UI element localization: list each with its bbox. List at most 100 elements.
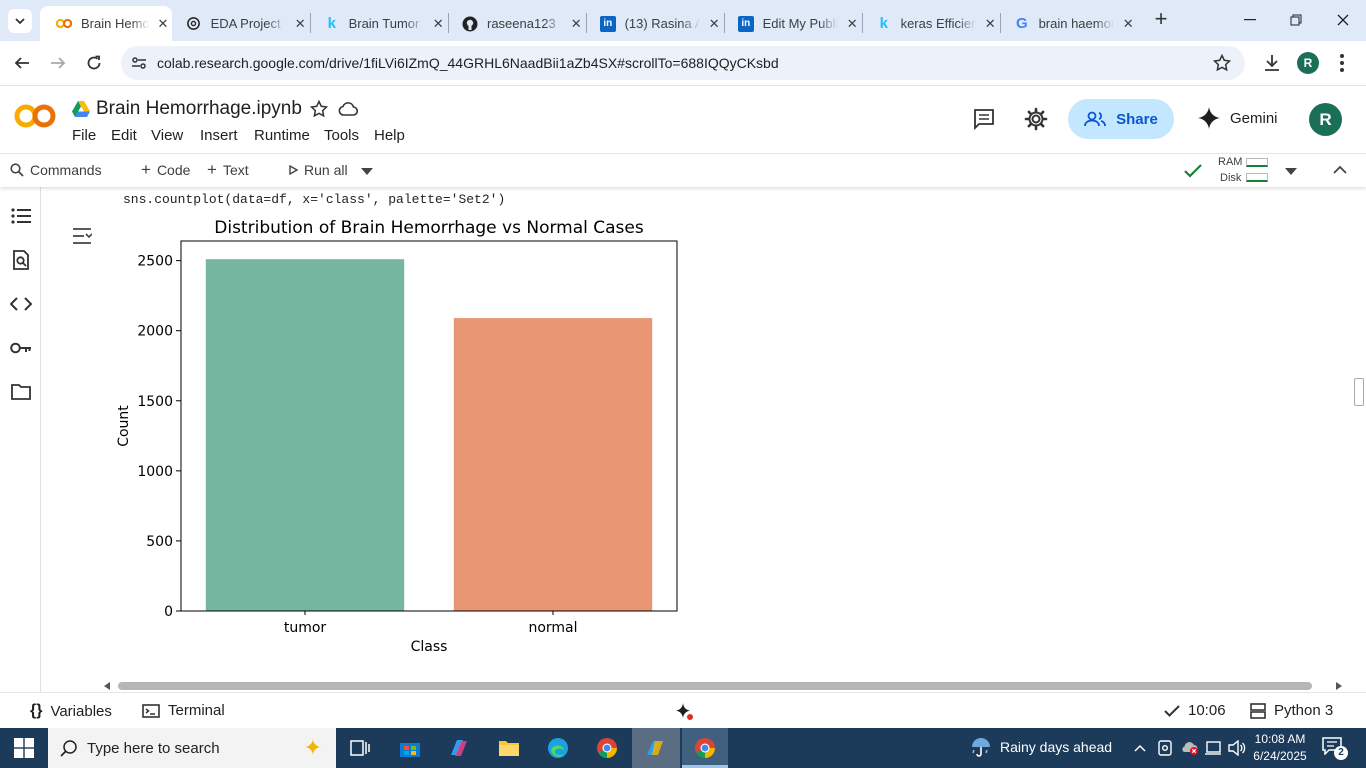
add-text-button[interactable]: + Text [207, 161, 249, 178]
terminal-icon [142, 703, 160, 718]
google-icon: G [1015, 15, 1028, 32]
browser-tab-strip: Brain Hemorrhage.ipynb ✕ EDA Project ✕ k… [0, 0, 1366, 41]
browser-tab[interactable]: raseena123 ✕ [446, 6, 584, 41]
file-explorer-icon[interactable] [494, 733, 524, 763]
runtime-indicator[interactable]: Python 3 [1250, 702, 1333, 719]
comments-icon[interactable] [973, 108, 995, 130]
close-icon[interactable]: ✕ [1120, 16, 1136, 32]
microsoft-store-icon[interactable] [395, 733, 425, 763]
onedrive-error-icon[interactable] [1180, 740, 1200, 756]
chevron-down-icon[interactable] [1285, 168, 1297, 175]
linkedin-icon: in [600, 15, 616, 32]
settings-gear-icon[interactable] [1024, 107, 1048, 131]
find-replace-icon[interactable] [10, 249, 32, 271]
code-snippets-icon[interactable] [10, 293, 32, 315]
star-icon[interactable] [1213, 54, 1231, 72]
browser-tab[interactable]: in (13) Rasina A ✕ [584, 6, 722, 41]
tab-search-button[interactable] [8, 9, 32, 33]
close-icon[interactable]: ✕ [706, 16, 722, 32]
new-tab-button[interactable]: + [1150, 8, 1172, 31]
menu-tools[interactable]: Tools [324, 127, 359, 144]
edge-browser-icon[interactable] [543, 733, 573, 763]
close-icon[interactable]: ✕ [292, 16, 308, 32]
share-button[interactable]: Share [1068, 99, 1174, 139]
notebook-title[interactable]: Brain Hemorrhage.ipynb [96, 98, 302, 120]
chevron-up-icon[interactable] [1333, 165, 1347, 174]
variables-button[interactable]: {} Variables [30, 702, 112, 720]
m365-icon[interactable] [641, 733, 671, 763]
table-of-contents-icon[interactable] [10, 205, 32, 227]
site-settings-icon[interactable] [131, 55, 147, 71]
chevron-up-icon[interactable] [1134, 744, 1146, 752]
commands-button[interactable]: Commands [10, 162, 102, 178]
download-icon[interactable] [1262, 53, 1282, 73]
taskbar-clock[interactable]: 10:08 AM 6/24/2025 [1248, 731, 1312, 765]
close-icon[interactable]: ✕ [430, 16, 446, 32]
task-view-icon[interactable] [345, 733, 375, 763]
taskbar-search-box[interactable]: Type here to search ✦ [48, 728, 336, 768]
chart-title: Distribution of Brain Hemorrhage vs Norm… [214, 218, 644, 238]
address-bar[interactable]: colab.research.google.com/drive/1fiLVi6I… [121, 46, 1245, 80]
minimize-button[interactable] [1238, 10, 1262, 30]
browser-menu-button[interactable] [1336, 53, 1348, 73]
run-all-button[interactable]: Run all [289, 162, 348, 178]
cloud-saved-icon[interactable] [338, 101, 358, 117]
browser-tab[interactable]: Brain Hemorrhage.ipynb ✕ [40, 6, 172, 41]
weather-widget[interactable]: Rainy days ahead [970, 736, 1112, 758]
execution-status[interactable]: 10:06 [1164, 702, 1226, 719]
chevron-down-icon[interactable] [361, 168, 373, 175]
meet-now-icon[interactable] [1158, 740, 1172, 756]
chrome-profile-icon[interactable] [690, 733, 720, 763]
browser-tab[interactable]: EDA Project ✕ [170, 6, 308, 41]
vertical-scrollbar[interactable] [1354, 378, 1364, 406]
close-icon[interactable]: ✕ [569, 16, 584, 32]
volume-icon[interactable] [1228, 740, 1246, 756]
account-avatar[interactable]: R [1309, 103, 1342, 136]
menu-insert[interactable]: Insert [200, 127, 238, 144]
terminal-button[interactable]: Terminal [142, 702, 225, 719]
colab-logo[interactable] [14, 103, 56, 129]
menu-view[interactable]: View [151, 127, 183, 144]
chrome-icon[interactable] [592, 733, 622, 763]
y-tick-label: 1000 [137, 464, 173, 480]
star-icon[interactable] [310, 100, 328, 118]
notification-center[interactable]: 2 [1322, 737, 1348, 760]
browser-tab[interactable]: k Brain Tumor ✕ [308, 6, 446, 41]
search-highlight-icon: ✦ [303, 735, 322, 760]
horizontal-scrollbar[interactable] [118, 682, 1312, 690]
menu-runtime[interactable]: Runtime [254, 127, 310, 144]
scroll-left-arrow[interactable] [104, 682, 110, 690]
browser-tab[interactable]: G brain haemorrhage ✕ [998, 6, 1136, 41]
menu-file[interactable]: File [72, 127, 96, 144]
gemini-sparkle-icon[interactable] [674, 701, 696, 728]
windows-start-icon[interactable] [9, 733, 39, 763]
close-icon[interactable]: ✕ [844, 16, 860, 32]
ram-label: RAM [1218, 156, 1243, 168]
y-tick-label: 2500 [137, 254, 173, 270]
network-icon[interactable] [1204, 740, 1222, 756]
disk-label: Disk [1220, 172, 1242, 184]
forward-button[interactable] [44, 49, 72, 77]
reload-button[interactable] [80, 49, 108, 77]
browser-tab[interactable]: k keras EfficientNet ✕ [860, 6, 998, 41]
scroll-right-arrow[interactable] [1336, 682, 1342, 690]
x-tick-label: normal [528, 620, 577, 636]
restore-button[interactable] [1284, 10, 1308, 30]
close-window-button[interactable] [1331, 10, 1355, 30]
tab-label: Brain Tumor [348, 16, 420, 31]
gemini-button[interactable]: Gemini [1198, 107, 1278, 129]
menu-help[interactable]: Help [374, 127, 405, 144]
add-code-button[interactable]: + Code [141, 160, 190, 179]
files-folder-icon[interactable] [10, 381, 32, 403]
browser-tab[interactable]: in Edit My Publication ✕ [722, 6, 860, 41]
menu-edit[interactable]: Edit [111, 127, 137, 144]
plus-icon: + [141, 160, 151, 179]
secrets-key-icon[interactable] [10, 337, 32, 359]
copilot-icon[interactable] [444, 733, 474, 763]
resource-monitor[interactable]: RAM Disk [1216, 156, 1276, 186]
profile-avatar[interactable]: R [1297, 52, 1319, 74]
back-button[interactable] [8, 49, 36, 77]
close-icon[interactable]: ✕ [155, 16, 171, 32]
umbrella-rain-icon [972, 738, 990, 757]
close-icon[interactable]: ✕ [982, 16, 998, 32]
